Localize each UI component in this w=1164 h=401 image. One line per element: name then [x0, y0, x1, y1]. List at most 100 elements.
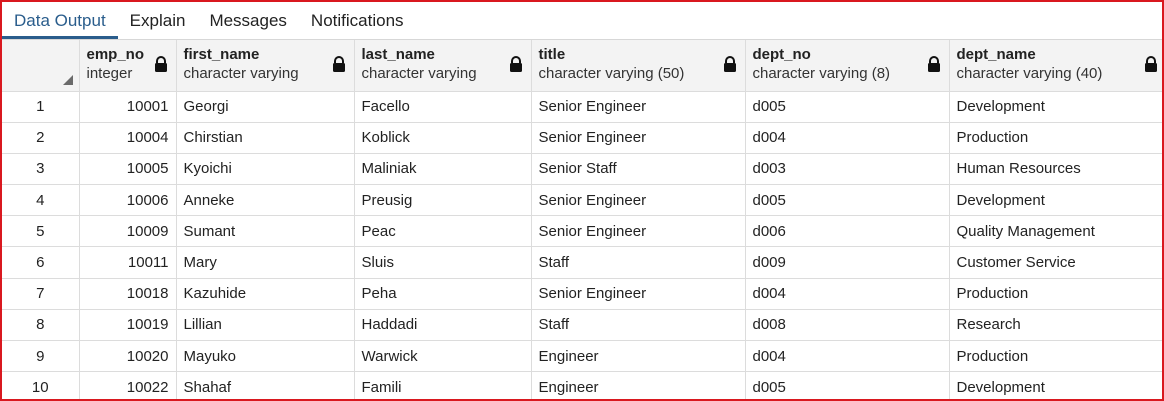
cell-dept-name[interactable]: Development — [949, 184, 1162, 217]
cell-dept-name[interactable]: Quality Management — [949, 215, 1162, 248]
row-number[interactable]: 7 — [2, 278, 80, 310]
lock-icon — [154, 56, 167, 72]
cell-title[interactable]: Staff — [531, 309, 746, 342]
table-row[interactable]: 6 10011 Mary Sluis Staff d009 Customer Service — [2, 246, 1162, 279]
table-row[interactable]: 10 10022 Shahaf Famili Engineer d005 Developme… — [2, 371, 1162, 399]
cell-dept-name[interactable]: Development — [949, 91, 1162, 123]
cell-title[interactable]: Senior Engineer — [531, 215, 746, 248]
cell-first-name[interactable]: Lillian — [176, 309, 355, 342]
cell-last-name[interactable]: Peha — [354, 278, 532, 310]
tab-explain[interactable]: Explain — [118, 11, 198, 39]
table-row[interactable]: 3 10005 Kyoichi Maliniak Senior Staff d003 Hum… — [2, 153, 1162, 186]
cell-title[interactable]: Senior Engineer — [531, 91, 746, 123]
table-row[interactable]: 5 10009 Sumant Peac Senior Engineer d006 Quali… — [2, 215, 1162, 248]
column-type: character varying — [361, 65, 477, 82]
table-row[interactable]: 4 10006 Anneke Preusig Senior Engineer d005 De… — [2, 184, 1162, 217]
column-name: dept_name — [956, 46, 1036, 63]
cell-last-name[interactable]: Sluis — [354, 246, 532, 279]
row-number[interactable]: 8 — [2, 309, 80, 342]
cell-first-name[interactable]: Shahaf — [176, 371, 355, 399]
column-name: title — [538, 46, 566, 63]
cell-dept-name[interactable]: Production — [949, 340, 1162, 373]
table-row[interactable]: 9 10020 Mayuko Warwick Engineer d004 Productio… — [2, 340, 1162, 373]
cell-first-name[interactable]: Mayuko — [176, 340, 355, 373]
cell-title[interactable]: Senior Engineer — [531, 184, 746, 217]
tab-notifications[interactable]: Notifications — [299, 11, 416, 39]
row-number[interactable]: 6 — [2, 246, 80, 279]
cell-dept-name[interactable]: Production — [949, 122, 1162, 154]
row-number[interactable]: 10 — [2, 371, 80, 399]
cell-dept-no[interactable]: d009 — [745, 246, 950, 279]
column-header-last-name[interactable]: last_name character varying — [354, 40, 532, 92]
cell-title[interactable]: Senior Engineer — [531, 122, 746, 154]
cell-last-name[interactable]: Peac — [354, 215, 532, 248]
cell-emp-no[interactable]: 10009 — [79, 215, 177, 248]
cell-emp-no[interactable]: 10001 — [79, 91, 177, 123]
cell-emp-no[interactable]: 10011 — [79, 246, 177, 279]
lock-icon — [1144, 56, 1157, 72]
cell-dept-no[interactable]: d005 — [745, 371, 950, 399]
cell-dept-name[interactable]: Production — [949, 278, 1162, 310]
result-grid: emp_no integer first_name character vary… — [2, 40, 1162, 399]
table-row[interactable]: 1 10001 Georgi Facello Senior Engineer d005 De… — [2, 91, 1162, 123]
tab-messages[interactable]: Messages — [197, 11, 298, 39]
table-row[interactable]: 8 10019 Lillian Haddadi Staff d008 Research — [2, 309, 1162, 342]
cell-dept-no[interactable]: d004 — [745, 278, 950, 310]
cell-first-name[interactable]: Mary — [176, 246, 355, 279]
cell-emp-no[interactable]: 10005 — [79, 153, 177, 186]
row-number[interactable]: 1 — [2, 91, 80, 123]
cell-last-name[interactable]: Preusig — [354, 184, 532, 217]
row-number[interactable]: 2 — [2, 122, 80, 154]
cell-first-name[interactable]: Kyoichi — [176, 153, 355, 186]
cell-title[interactable]: Senior Staff — [531, 153, 746, 186]
cell-title[interactable]: Staff — [531, 246, 746, 279]
cell-last-name[interactable]: Warwick — [354, 340, 532, 373]
cell-emp-no[interactable]: 10006 — [79, 184, 177, 217]
cell-dept-no[interactable]: d005 — [745, 91, 950, 123]
select-all-corner[interactable] — [2, 40, 80, 92]
row-number[interactable]: 3 — [2, 153, 80, 186]
cell-first-name[interactable]: Anneke — [176, 184, 355, 217]
cell-first-name[interactable]: Georgi — [176, 91, 355, 123]
cell-emp-no[interactable]: 10019 — [79, 309, 177, 342]
tab-data-output[interactable]: Data Output — [2, 11, 118, 39]
cell-dept-name[interactable]: Human Resources — [949, 153, 1162, 186]
row-number[interactable]: 9 — [2, 340, 80, 373]
cell-last-name[interactable]: Haddadi — [354, 309, 532, 342]
cell-last-name[interactable]: Famili — [354, 371, 532, 399]
column-header-first-name[interactable]: first_name character varying — [176, 40, 355, 92]
cell-dept-no[interactable]: d005 — [745, 184, 950, 217]
table-row[interactable]: 2 10004 Chirstian Koblick Senior Engineer d00… — [2, 122, 1162, 154]
table-row[interactable]: 7 10018 Kazuhide Peha Senior Engineer d004 Pro… — [2, 278, 1162, 310]
cell-dept-no[interactable]: d004 — [745, 340, 950, 373]
row-number[interactable]: 5 — [2, 215, 80, 248]
column-header-emp-no[interactable]: emp_no integer — [79, 40, 177, 92]
column-header-dept-no[interactable]: dept_no character varying (8) — [745, 40, 950, 92]
column-header-dept-name[interactable]: dept_name character varying (40) — [949, 40, 1162, 92]
lock-icon — [723, 56, 736, 72]
cell-dept-name[interactable]: Research — [949, 309, 1162, 342]
cell-dept-name[interactable]: Customer Service — [949, 246, 1162, 279]
cell-last-name[interactable]: Koblick — [354, 122, 532, 154]
cell-dept-no[interactable]: d006 — [745, 215, 950, 248]
cell-emp-no[interactable]: 10020 — [79, 340, 177, 373]
cell-last-name[interactable]: Facello — [354, 91, 532, 123]
cell-dept-no[interactable]: d003 — [745, 153, 950, 186]
cell-dept-no[interactable]: d004 — [745, 122, 950, 154]
column-name: first_name — [183, 46, 260, 63]
cell-dept-no[interactable]: d008 — [745, 309, 950, 342]
cell-first-name[interactable]: Sumant — [176, 215, 355, 248]
data-output-panel: Data Output Explain Messages Notificatio… — [0, 0, 1164, 401]
cell-emp-no[interactable]: 10018 — [79, 278, 177, 310]
cell-dept-name[interactable]: Development — [949, 371, 1162, 399]
cell-last-name[interactable]: Maliniak — [354, 153, 532, 186]
cell-first-name[interactable]: Chirstian — [176, 122, 355, 154]
row-number[interactable]: 4 — [2, 184, 80, 217]
cell-title[interactable]: Engineer — [531, 371, 746, 399]
column-header-title[interactable]: title character varying (50) — [531, 40, 746, 92]
cell-emp-no[interactable]: 10022 — [79, 371, 177, 399]
cell-first-name[interactable]: Kazuhide — [176, 278, 355, 310]
cell-emp-no[interactable]: 10004 — [79, 122, 177, 154]
cell-title[interactable]: Senior Engineer — [531, 278, 746, 310]
cell-title[interactable]: Engineer — [531, 340, 746, 373]
